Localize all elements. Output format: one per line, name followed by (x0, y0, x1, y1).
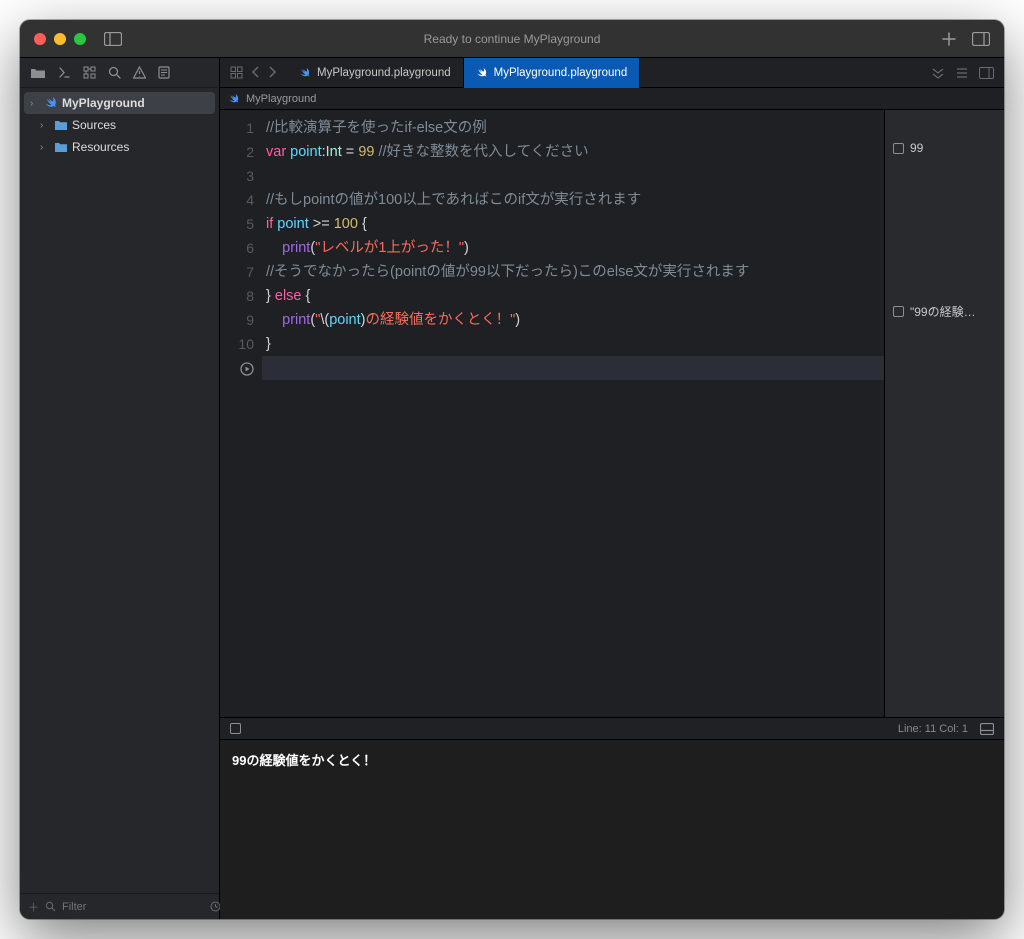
console-output: 99の経験値をかくとく！ (232, 750, 992, 769)
navigator-sidebar: › MyPlayground › Sources › Resources ＋ (20, 58, 220, 919)
editor-statusbar: Line: 11 Col: 1 (220, 717, 1004, 739)
chevron-icon[interactable]: › (30, 98, 40, 109)
filter-input[interactable] (62, 901, 204, 913)
result-item[interactable]: "99の経験… (885, 300, 1004, 323)
find-navigator-tab[interactable] (108, 66, 121, 79)
quicklook-icon[interactable] (893, 143, 904, 154)
project-tree: › MyPlayground › Sources › Resources (20, 88, 219, 893)
console-toggle-icon[interactable] (980, 723, 994, 735)
editor-tabbar: MyPlayground.playgroundMyPlayground.play… (220, 58, 1004, 88)
code-content[interactable]: //比較演算子を使ったif-else文の例var point:Int = 99 … (262, 110, 884, 717)
editor-options-icon[interactable] (955, 67, 969, 79)
project-navigator-tab[interactable] (30, 66, 46, 79)
source-control-tab[interactable] (58, 66, 71, 79)
back-button[interactable] (249, 64, 262, 81)
forward-button[interactable] (266, 64, 279, 81)
editor-area: MyPlayground.playgroundMyPlayground.play… (220, 58, 1004, 919)
chevron-icon[interactable]: › (40, 120, 50, 131)
code-editor[interactable]: 12345678910 //比較演算子を使ったif-else文の例var poi… (220, 110, 884, 717)
result-item[interactable]: 99 (885, 138, 1004, 158)
chevron-icon[interactable]: › (40, 142, 50, 153)
tree-item[interactable]: › MyPlayground (24, 92, 215, 114)
quicklook-icon[interactable] (893, 306, 904, 317)
line-gutter: 12345678910 (220, 110, 262, 717)
tree-item-label: Sources (72, 118, 116, 132)
assistant-toggle-icon[interactable] (979, 67, 994, 79)
folder-icon (54, 141, 68, 153)
tree-item[interactable]: › Resources (20, 136, 219, 158)
navigator-filter: ＋ (20, 893, 219, 919)
close-window-button[interactable] (34, 33, 46, 45)
breadcrumb-label: MyPlayground (246, 93, 316, 105)
library-toggle-icon[interactable] (972, 32, 990, 46)
debug-toggle-icon[interactable] (230, 723, 241, 734)
add-icon[interactable]: ＋ (28, 899, 39, 915)
cursor-position: Line: 11 Col: 1 (898, 723, 968, 735)
tab-actions-icon[interactable] (931, 67, 945, 79)
editor-tab[interactable]: MyPlayground.playground (287, 58, 464, 88)
filter-icon[interactable] (45, 901, 56, 912)
navigator-tabs (20, 58, 219, 88)
minimize-window-button[interactable] (54, 33, 66, 45)
tree-item[interactable]: › Sources (20, 114, 219, 136)
sidebar-toggle-icon[interactable] (104, 32, 122, 46)
editor-tab[interactable]: MyPlayground.playground (464, 58, 641, 88)
run-button[interactable] (220, 356, 254, 380)
folder-icon (54, 119, 68, 131)
report-navigator-tab[interactable] (158, 66, 170, 79)
add-button[interactable] (942, 32, 956, 46)
symbol-navigator-tab[interactable] (83, 66, 96, 79)
results-sidebar: 99 "99の経験… (884, 110, 1004, 717)
debug-console[interactable]: 99の経験値をかくとく！ (220, 739, 1004, 919)
related-items-icon[interactable] (228, 64, 245, 81)
xcode-window: Ready to continue MyPlayground › MyPlaygr… (20, 20, 1004, 919)
zoom-window-button[interactable] (74, 33, 86, 45)
tree-item-label: Resources (72, 140, 129, 154)
tree-item-label: MyPlayground (62, 96, 145, 110)
window-title: Ready to continue MyPlayground (424, 32, 601, 46)
window-controls (20, 33, 86, 45)
titlebar: Ready to continue MyPlayground (20, 20, 1004, 58)
issue-navigator-tab[interactable] (133, 66, 146, 79)
swift-icon (44, 96, 58, 110)
breadcrumb[interactable]: MyPlayground (220, 88, 1004, 110)
